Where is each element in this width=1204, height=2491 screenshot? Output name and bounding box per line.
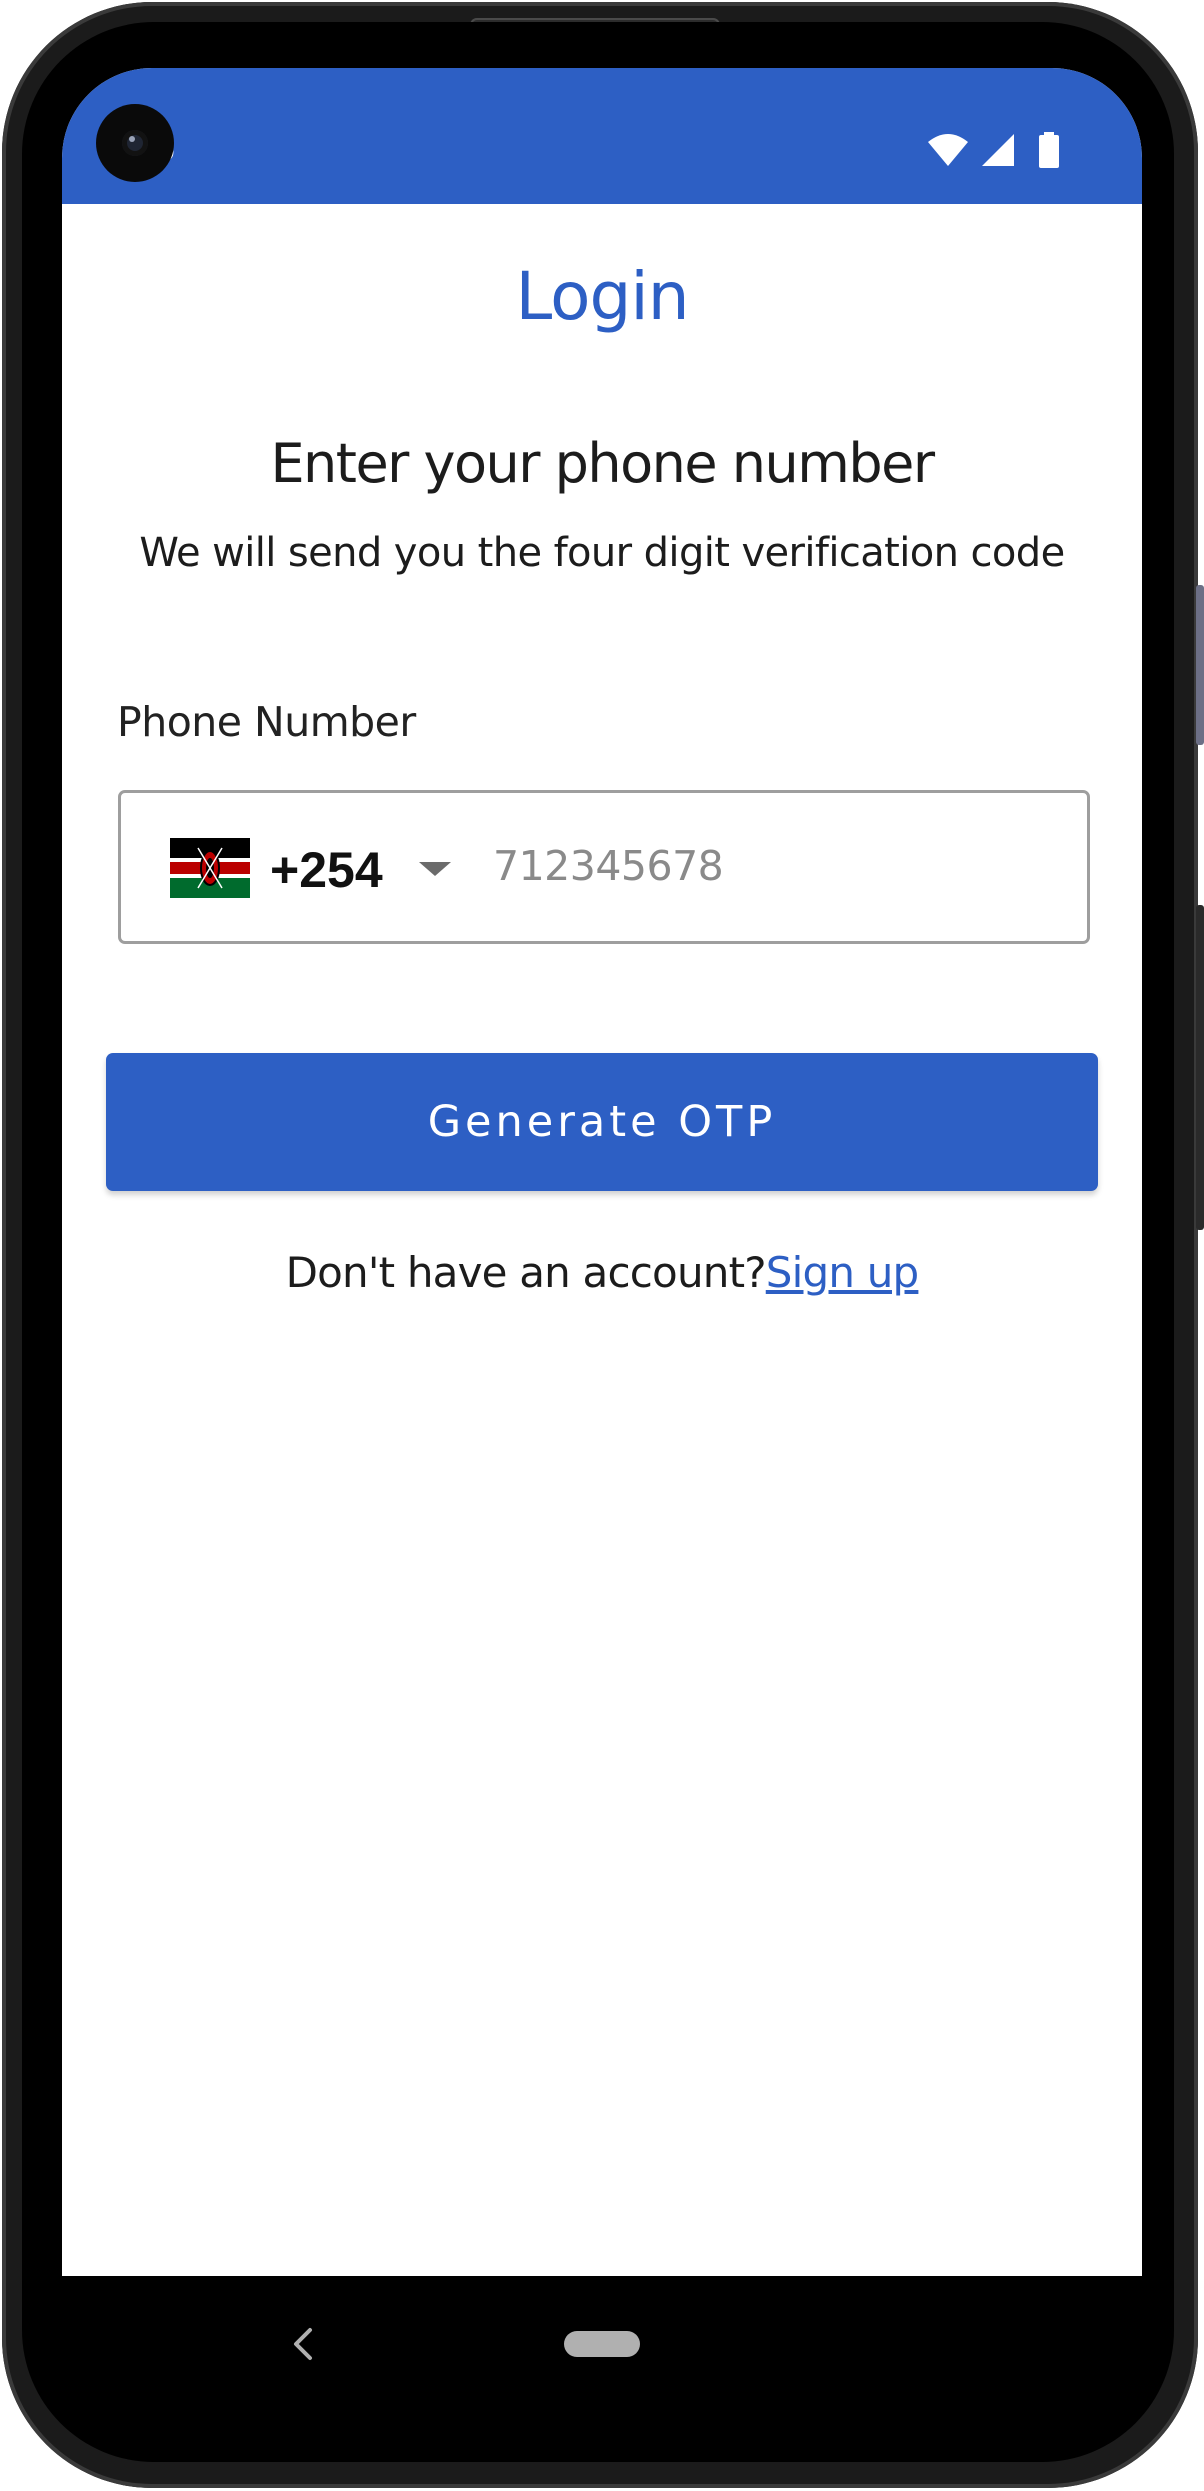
home-pill[interactable]	[564, 2331, 640, 2357]
page-heading: Enter your phone number	[270, 432, 935, 495]
page-subheading: We will send you the four digit verifica…	[139, 530, 1065, 576]
phone-number-field: +254	[118, 790, 1090, 944]
generate-otp-button[interactable]: Generate OTP	[106, 1053, 1098, 1191]
phone-number-label: Phone Number	[117, 698, 416, 746]
battery-icon	[1039, 132, 1059, 168]
dial-code: +254	[270, 842, 383, 898]
phone-device: 6 Login Enter your phone number We wil	[0, 0, 1204, 2491]
chevron-down-icon	[419, 862, 451, 876]
kenya-flag-icon	[170, 838, 250, 898]
page-title: Login	[515, 258, 689, 335]
front-camera	[96, 104, 174, 182]
volume-button	[1196, 585, 1204, 745]
back-icon[interactable]	[284, 2324, 324, 2364]
power-button	[1196, 905, 1204, 1230]
wifi-icon	[928, 134, 968, 166]
navigation-bar	[62, 2276, 1142, 2416]
signup-link[interactable]: Sign up	[766, 1248, 919, 1297]
status-bar: 6	[62, 68, 1142, 204]
country-code-picker[interactable]: +254	[165, 793, 465, 941]
app-screen: 6 Login Enter your phone number We wil	[62, 68, 1142, 2278]
signup-row: Don't have an account?Sign up	[62, 1248, 1142, 1297]
phone-number-input[interactable]	[493, 833, 1053, 899]
status-icons	[926, 132, 1076, 168]
cellular-signal-icon	[982, 134, 1014, 166]
signup-prompt: Don't have an account?	[285, 1248, 767, 1297]
